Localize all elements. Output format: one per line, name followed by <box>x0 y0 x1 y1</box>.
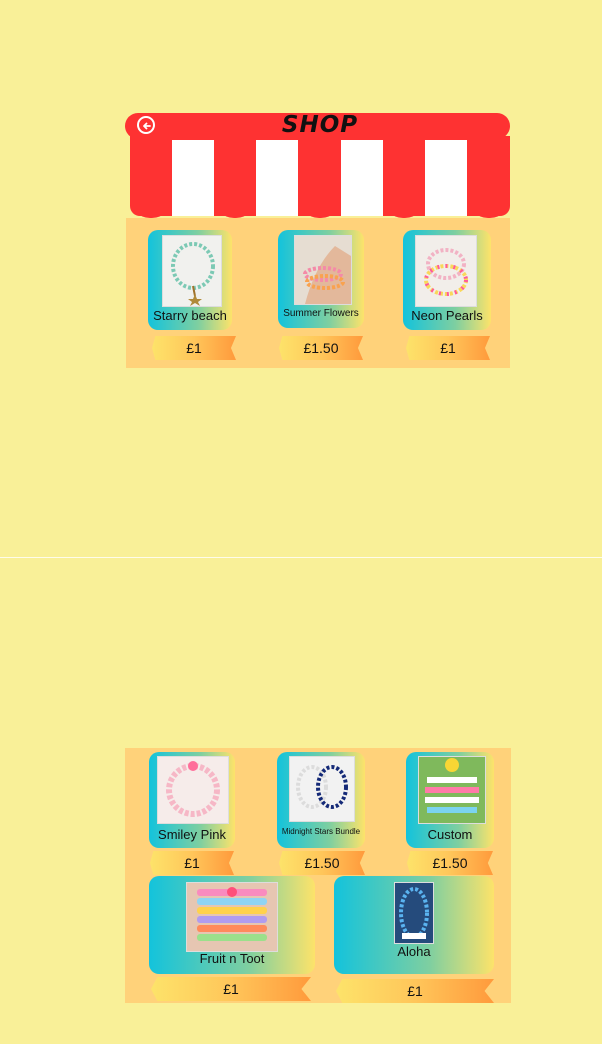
product-photo <box>418 756 486 824</box>
product-card[interactable]: Fruit n Toot <box>149 876 315 974</box>
product-card[interactable]: Custom <box>406 752 494 848</box>
product-card[interactable]: Neon Pearls <box>403 230 491 330</box>
product-name: Fruit n Toot <box>199 951 265 966</box>
product-name: Custom <box>427 827 473 842</box>
product-photo <box>394 882 434 944</box>
back-button[interactable] <box>137 116 155 134</box>
product-name: Smiley Pink <box>158 827 226 842</box>
price-tag: £1.50 <box>279 851 365 875</box>
product-card[interactable]: Summer Flowers <box>278 230 364 328</box>
awning-stripes <box>130 136 510 218</box>
product-name: Midnight Stars Bundle <box>281 827 361 836</box>
product-photo <box>289 756 355 822</box>
shop-title: SHOP <box>281 112 359 138</box>
product-photo <box>415 235 477 307</box>
price-tag: £1.50 <box>407 851 493 875</box>
product-photo <box>294 235 352 305</box>
price-tag: £1.50 <box>279 336 363 360</box>
price-tag: £1 <box>336 979 494 1003</box>
product-name: Neon Pearls <box>411 308 483 323</box>
product-card[interactable]: Starry beach <box>148 230 232 330</box>
price-tag: £1 <box>150 851 234 875</box>
product-photo <box>162 235 222 307</box>
product-card[interactable]: Midnight Stars Bundle <box>277 752 365 848</box>
section-divider <box>0 557 602 558</box>
circle-left-arrow-icon <box>143 122 151 130</box>
price-tag: £1 <box>406 336 490 360</box>
product-photo <box>157 756 229 824</box>
product-card[interactable]: Aloha <box>334 876 494 974</box>
product-card[interactable]: Smiley Pink <box>149 752 235 848</box>
product-photo <box>186 882 278 952</box>
product-name: Aloha <box>397 944 431 959</box>
product-name: Summer Flowers <box>283 308 359 319</box>
price-tag: £1 <box>152 336 236 360</box>
product-name: Starry beach <box>153 308 227 323</box>
price-tag: £1 <box>151 977 311 1001</box>
